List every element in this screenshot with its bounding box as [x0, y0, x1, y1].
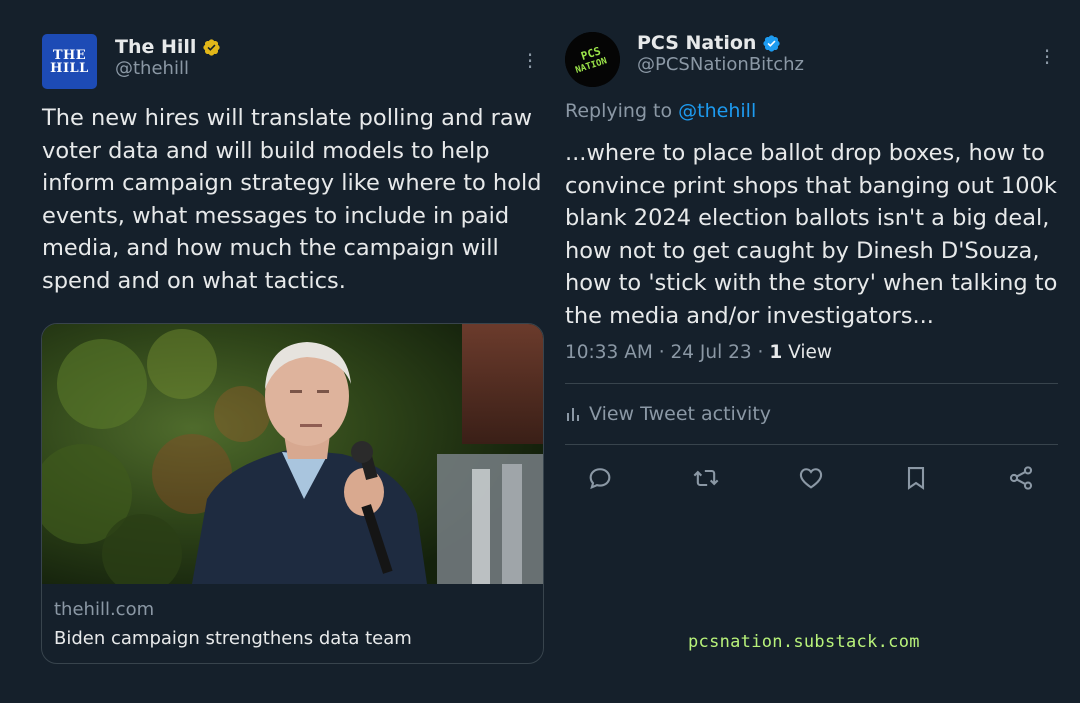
watermark: pcsnation.substack.com — [688, 632, 920, 652]
share-icon — [1009, 466, 1033, 490]
pcs-nation-avatar[interactable]: PCS NATION — [565, 32, 620, 87]
right-user-block: PCS Nation @PCSNationBitchz — [637, 32, 804, 75]
analytics-icon — [567, 408, 579, 421]
replying-mention-link[interactable]: @thehill — [678, 100, 756, 122]
tweet-date[interactable]: 24 Jul 23 — [670, 342, 751, 363]
left-handle[interactable]: @thehill — [115, 58, 221, 79]
right-tweet-text: ...where to place ballot drop boxes, how… — [565, 140, 1058, 329]
pcs-logo-icon: PCS NATION — [565, 32, 620, 87]
verified-gold-icon — [203, 38, 221, 56]
tweet-time[interactable]: 10:33 AM — [565, 342, 653, 363]
bookmark-icon — [907, 467, 925, 490]
right-display-name[interactable]: PCS Nation — [637, 32, 756, 54]
share-button[interactable] — [1005, 462, 1037, 494]
left-tweet-text: The new hires will translate polling and… — [42, 105, 542, 294]
logo-line-1: THE — [52, 47, 87, 63]
card-image — [42, 324, 543, 584]
views-count: 1 — [769, 342, 783, 363]
left-user-block: The Hill @thehill — [115, 36, 221, 79]
card-title: Biden campaign strengthens data team — [54, 628, 412, 649]
divider-top — [565, 383, 1058, 384]
replying-prefix: Replying to — [565, 100, 673, 122]
verified-blue-icon — [763, 34, 781, 52]
left-display-name[interactable]: The Hill — [115, 36, 196, 58]
tweet-meta: 10:33 AM · 24 Jul 23 · 1 View — [565, 342, 832, 363]
card-domain: thehill.com — [54, 599, 155, 620]
reply-button[interactable] — [584, 462, 616, 494]
view-activity-link[interactable]: View Tweet activity — [565, 403, 771, 425]
views-label: View — [788, 342, 832, 363]
logo-line-2: HILL — [50, 60, 89, 76]
like-button[interactable] — [795, 462, 827, 494]
retweet-icon — [693, 469, 719, 487]
replying-to: Replying to @thehill — [565, 100, 756, 122]
divider-bottom — [565, 444, 1058, 445]
activity-label: View Tweet activity — [589, 403, 772, 425]
link-card[interactable]: thehill.com Biden campaign strengthens d… — [41, 323, 544, 664]
reply-icon — [589, 468, 611, 490]
bookmark-button[interactable] — [900, 462, 932, 494]
retweet-button[interactable] — [690, 462, 722, 494]
like-icon — [799, 468, 823, 489]
the-hill-avatar[interactable]: THE HILL — [42, 34, 97, 89]
left-more-icon[interactable]: · · · — [523, 45, 537, 77]
right-handle[interactable]: @PCSNationBitchz — [637, 54, 804, 75]
right-more-icon[interactable]: · · · — [1040, 41, 1054, 73]
